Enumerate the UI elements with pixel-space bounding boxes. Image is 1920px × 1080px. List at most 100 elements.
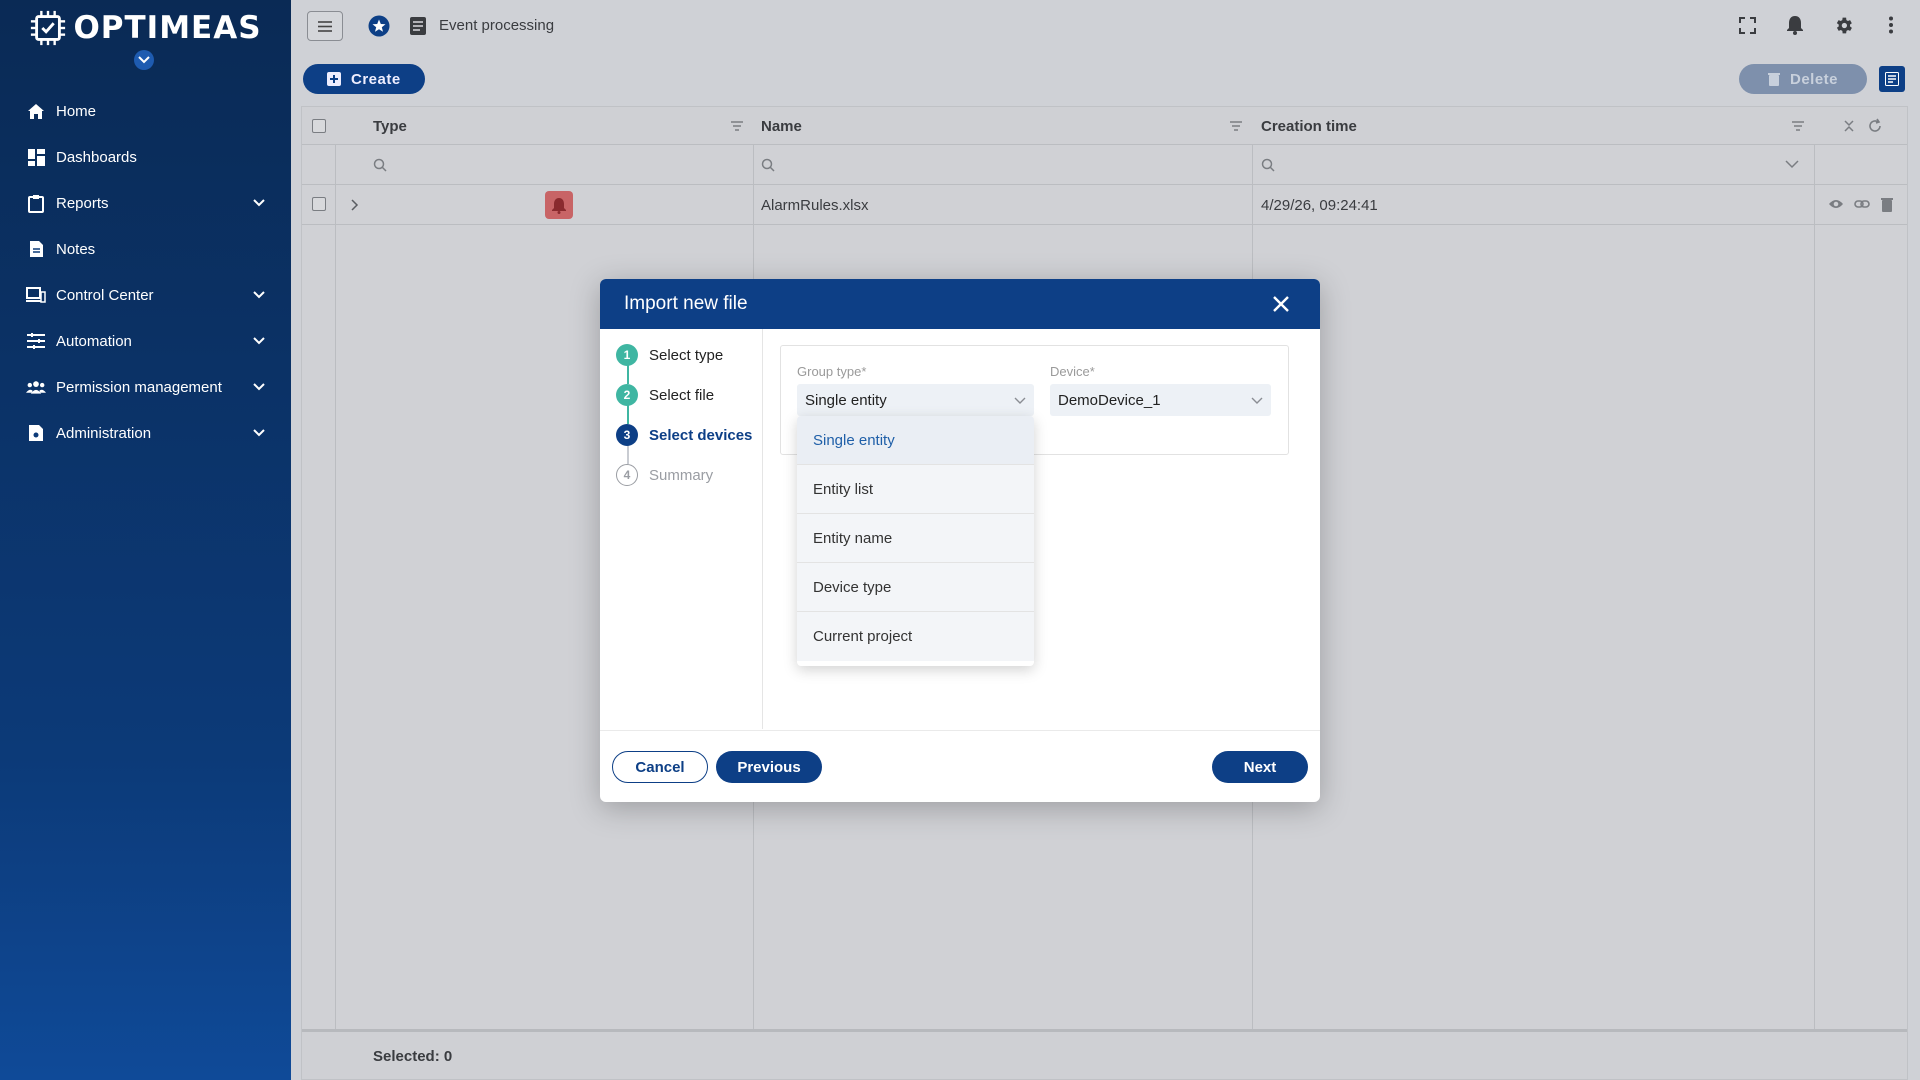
collapse-all-icon[interactable] bbox=[1843, 119, 1855, 133]
toolbar: Create bbox=[303, 64, 425, 94]
row-name: AlarmRules.xlsx bbox=[761, 197, 869, 214]
create-button[interactable]: Create bbox=[303, 64, 425, 94]
device-value: DemoDevice_1 bbox=[1058, 392, 1161, 409]
expand-row-chevron-icon[interactable] bbox=[351, 199, 359, 211]
table-row[interactable]: AlarmRules.xlsx 4/29/26, 09:24:41 bbox=[302, 185, 1907, 225]
group-type-select[interactable]: Single entity bbox=[797, 384, 1034, 416]
sliders-icon bbox=[26, 331, 46, 351]
step-label: Summary bbox=[649, 466, 714, 484]
refresh-icon[interactable] bbox=[1867, 118, 1883, 134]
step-label: Select devices bbox=[649, 426, 753, 444]
add-box-icon bbox=[327, 72, 341, 86]
document-icon bbox=[410, 17, 426, 35]
search-icon[interactable] bbox=[1261, 158, 1275, 172]
chevron-down-icon bbox=[253, 337, 265, 345]
chevron-down-icon bbox=[253, 383, 265, 391]
wizard-step-select-devices[interactable]: 3 Select devices bbox=[616, 424, 752, 446]
next-button[interactable]: Next bbox=[1212, 751, 1308, 783]
sidebar-item-label: Dashboards bbox=[56, 148, 137, 166]
chevron-down-icon bbox=[138, 56, 150, 64]
group-type-label: Group type* bbox=[797, 364, 867, 379]
trash-icon bbox=[1767, 73, 1780, 86]
group-type-value: Single entity bbox=[805, 392, 887, 409]
row-checkbox[interactable] bbox=[312, 197, 326, 211]
device-label: Device* bbox=[1050, 364, 1095, 379]
fullscreen-icon[interactable] bbox=[1736, 14, 1758, 36]
favorite-star-icon[interactable] bbox=[368, 15, 390, 37]
close-icon[interactable] bbox=[1272, 295, 1290, 313]
dialog-header: Import new file bbox=[600, 279, 1320, 329]
list-settings-icon bbox=[1885, 72, 1899, 86]
dropdown-option-entity-list[interactable]: Entity list bbox=[797, 465, 1034, 514]
step-number: 1 bbox=[616, 344, 638, 366]
sidebar-item-dashboards[interactable]: Dashboards bbox=[0, 134, 291, 180]
more-vertical-icon[interactable] bbox=[1880, 14, 1902, 36]
chevron-down-icon bbox=[1251, 397, 1263, 404]
home-icon bbox=[26, 101, 46, 121]
sidebar-item-label: Home bbox=[56, 102, 97, 120]
sidebar-item-label: Notes bbox=[56, 240, 96, 258]
users-icon bbox=[26, 377, 46, 397]
sidebar-item-reports[interactable]: Reports bbox=[0, 180, 291, 226]
column-header-name[interactable]: Name bbox=[761, 118, 802, 135]
sidebar-item-notes[interactable]: Notes bbox=[0, 226, 291, 272]
dropdown-option-device-type[interactable]: Device type bbox=[797, 563, 1034, 612]
brand-name: OPTIMEAS bbox=[73, 10, 262, 46]
column-settings-button[interactable] bbox=[1879, 66, 1905, 92]
wizard-step-summary[interactable]: 4 Summary bbox=[616, 464, 713, 486]
column-header-type[interactable]: Type bbox=[373, 118, 407, 135]
sidebar-item-administration[interactable]: Administration bbox=[0, 410, 291, 456]
table-filter-row bbox=[302, 145, 1907, 185]
dropdown-option-current-project[interactable]: Current project bbox=[797, 612, 1034, 661]
settings-gear-icon[interactable] bbox=[1832, 14, 1854, 36]
table-footer: Selected: 0 bbox=[302, 1029, 1907, 1079]
wizard-steps: 1 Select type 2 Select file 3 Select dev… bbox=[600, 329, 763, 729]
search-icon[interactable] bbox=[761, 158, 775, 172]
row-creation-time: 4/29/26, 09:24:41 bbox=[1261, 197, 1378, 214]
device-select[interactable]: DemoDevice_1 bbox=[1050, 384, 1271, 416]
dropdown-option-entity-name[interactable]: Entity name bbox=[797, 514, 1034, 563]
table-header-row: Type Name Creation time bbox=[302, 107, 1907, 145]
create-button-label: Create bbox=[351, 70, 401, 88]
dashboard-icon bbox=[26, 147, 46, 167]
note-icon bbox=[26, 239, 46, 259]
previous-button[interactable]: Previous bbox=[716, 751, 822, 783]
chevron-down-icon[interactable] bbox=[1785, 160, 1799, 169]
sidebar-item-permission-management[interactable]: Permission management bbox=[0, 364, 291, 410]
step-label: Select file bbox=[649, 386, 715, 404]
select-all-checkbox[interactable] bbox=[312, 119, 326, 133]
search-icon[interactable] bbox=[373, 158, 387, 172]
brand-logo[interactable]: OPTIMEAS bbox=[0, 0, 291, 70]
chevron-down-icon bbox=[253, 199, 265, 207]
filter-icon[interactable] bbox=[1791, 120, 1805, 132]
column-header-creation-time[interactable]: Creation time bbox=[1261, 118, 1357, 135]
trash-icon[interactable] bbox=[1881, 197, 1893, 212]
devices-icon bbox=[26, 285, 46, 305]
import-file-dialog: Import new file 1 Select type 2 Select f… bbox=[600, 279, 1320, 802]
filter-icon[interactable] bbox=[730, 120, 744, 132]
menu-toggle-button[interactable] bbox=[307, 11, 343, 41]
view-eye-icon[interactable] bbox=[1828, 198, 1844, 210]
sidebar-item-automation[interactable]: Automation bbox=[0, 318, 291, 364]
wizard-step-select-file[interactable]: 2 Select file bbox=[616, 384, 714, 406]
breadcrumb[interactable]: Event processing bbox=[439, 17, 554, 34]
sidebar-item-control-center[interactable]: Control Center bbox=[0, 272, 291, 318]
sidebar-item-label: Permission management bbox=[56, 378, 222, 396]
step-number: 3 bbox=[616, 424, 638, 446]
cancel-button[interactable]: Cancel bbox=[612, 751, 708, 783]
dropdown-option-single-entity[interactable]: Single entity bbox=[797, 416, 1034, 465]
notification-bell-icon[interactable] bbox=[1784, 14, 1806, 36]
chevron-down-icon bbox=[253, 429, 265, 437]
sidebar-item-label: Automation bbox=[56, 332, 132, 350]
filter-icon[interactable] bbox=[1229, 120, 1243, 132]
chevron-down-icon bbox=[1014, 397, 1026, 404]
clipboard-icon bbox=[26, 193, 46, 213]
hamburger-icon bbox=[318, 20, 332, 32]
sidebar-item-home[interactable]: Home bbox=[0, 88, 291, 134]
link-icon[interactable] bbox=[1854, 199, 1870, 209]
dialog-title: Import new file bbox=[624, 293, 748, 314]
sidebar-item-label: Reports bbox=[56, 194, 109, 212]
delete-button[interactable]: Delete bbox=[1739, 64, 1867, 94]
sidebar-collapse-toggle[interactable] bbox=[134, 50, 154, 70]
wizard-step-select-type[interactable]: 1 Select type bbox=[616, 344, 723, 366]
